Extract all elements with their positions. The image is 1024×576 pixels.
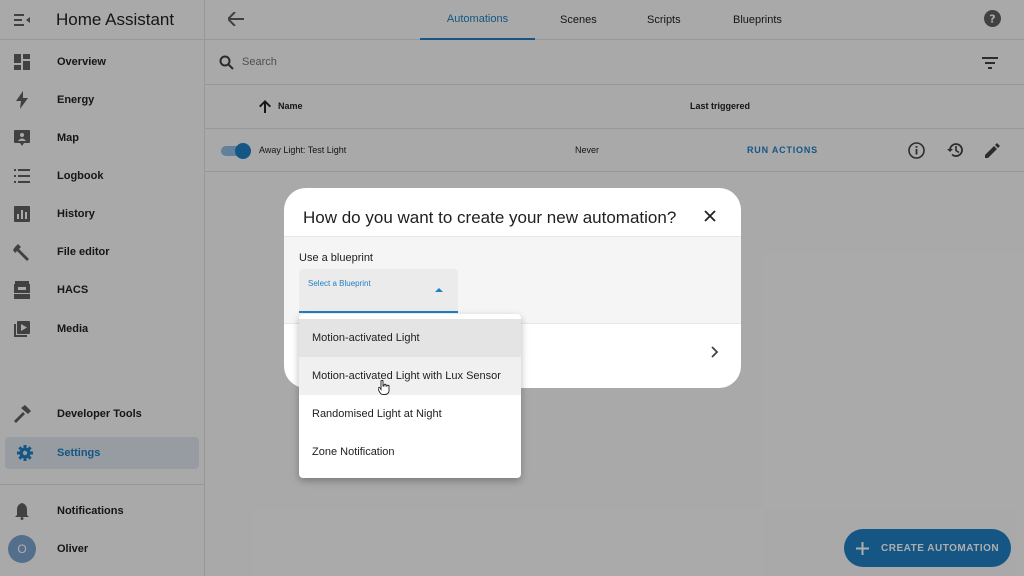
chevron-right-icon xyxy=(711,346,719,358)
blueprint-section: Use a blueprint Select a Blueprint xyxy=(284,236,741,324)
dialog-title: How do you want to create your new autom… xyxy=(303,208,677,227)
hand-cursor-icon xyxy=(377,379,390,400)
create-from-scratch-chevron[interactable] xyxy=(711,345,719,363)
blueprint-option[interactable]: Motion-activated Light xyxy=(299,319,521,357)
blueprint-select-placeholder: Select a Blueprint xyxy=(308,279,371,288)
blueprint-option[interactable]: Motion-activated Light with Lux Sensor xyxy=(299,357,521,395)
blueprint-select[interactable]: Select a Blueprint xyxy=(299,269,458,313)
blueprint-option[interactable]: Randomised Light at Night xyxy=(299,395,521,433)
blueprint-label: Use a blueprint xyxy=(299,252,373,264)
blueprint-dropdown-menu: Motion-activated Light Motion-activated … xyxy=(299,314,521,478)
caret-up-icon xyxy=(435,288,443,292)
blueprint-option[interactable]: Zone Notification xyxy=(299,433,521,471)
dialog-close-button[interactable] xyxy=(700,206,720,226)
close-icon xyxy=(704,210,716,222)
